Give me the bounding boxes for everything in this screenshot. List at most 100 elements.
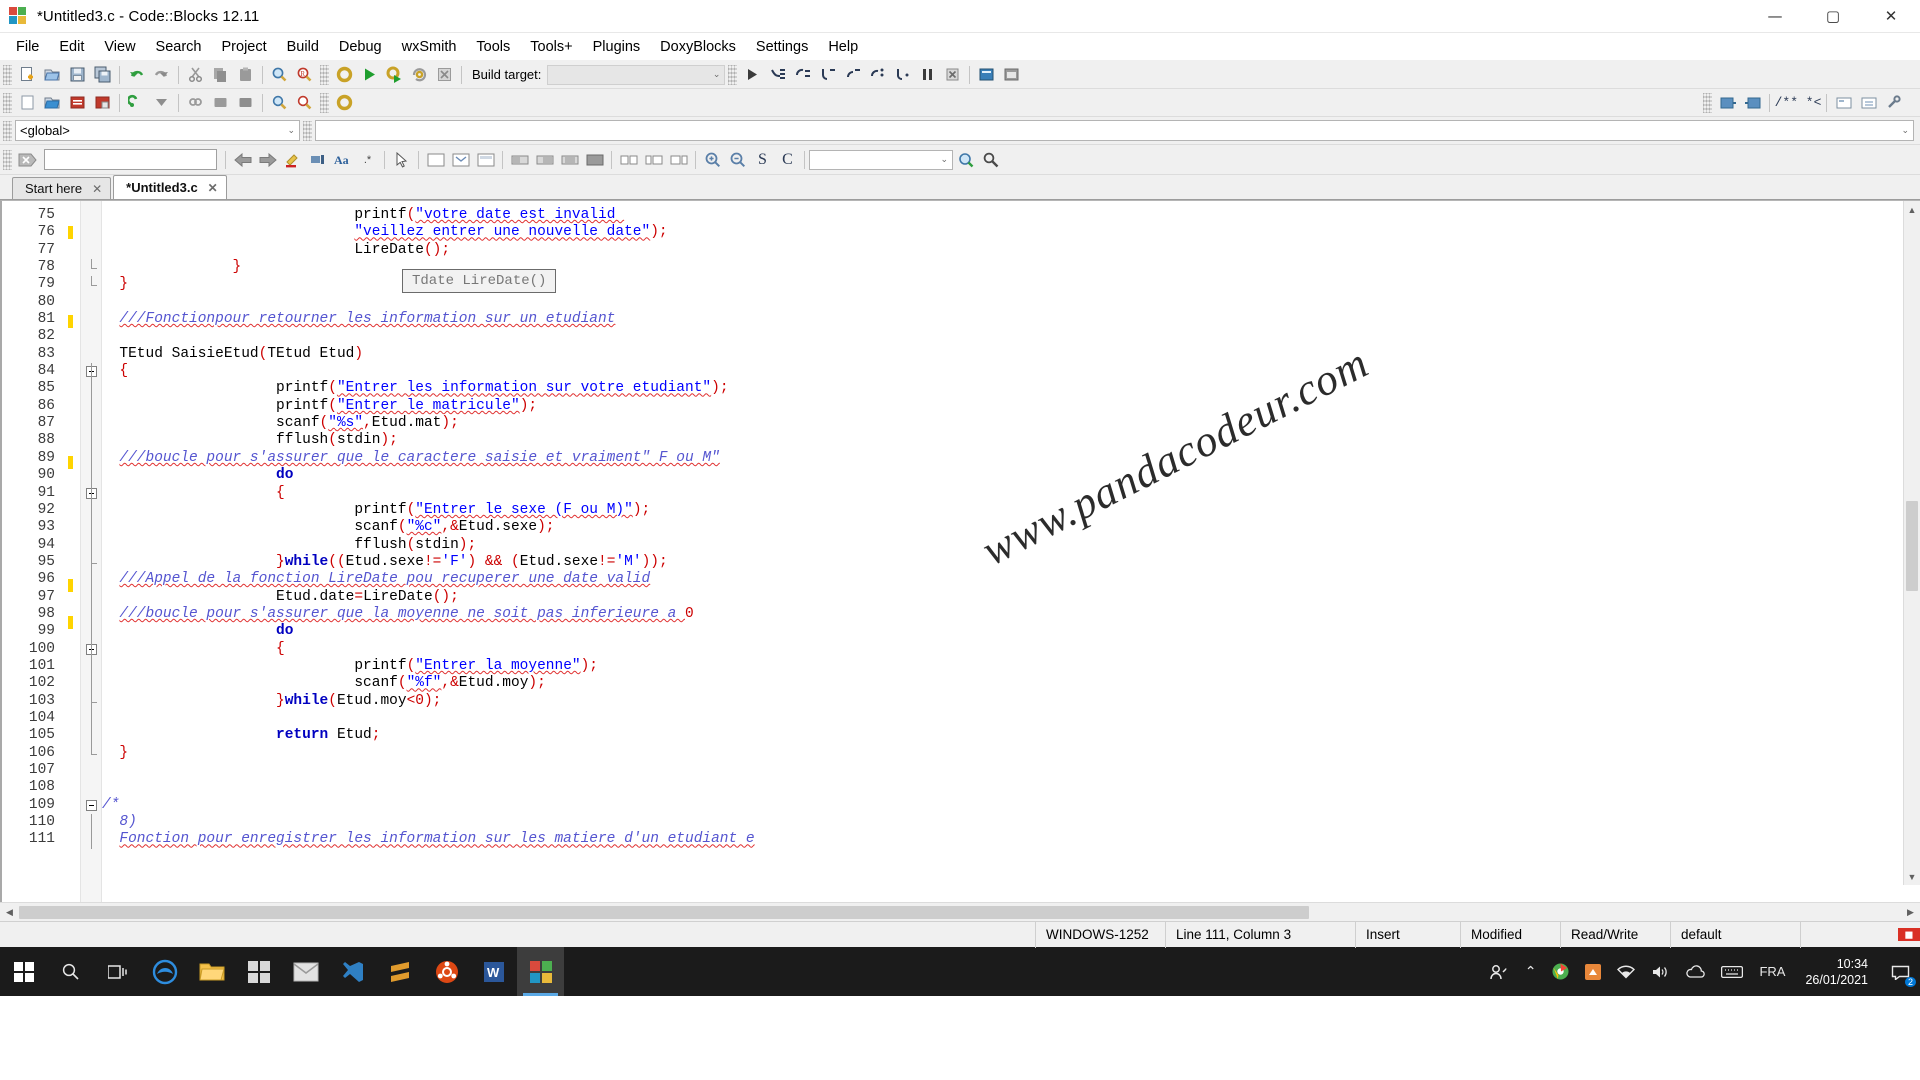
grid-sizer-icon[interactable] — [532, 148, 557, 172]
app-tray-icon[interactable] — [1577, 947, 1609, 996]
code-line[interactable]: ///Fonctionpour retourner les informatio… — [102, 311, 1920, 328]
code-line[interactable]: LireDate(); — [102, 242, 1920, 259]
people-icon[interactable] — [1481, 947, 1517, 996]
code-line[interactable]: 8) — [102, 814, 1920, 831]
keyboard-icon[interactable] — [1713, 947, 1751, 996]
symbol-search-icon[interactable] — [978, 148, 1003, 172]
close-button[interactable]: ✕ — [1862, 0, 1920, 33]
code-line[interactable]: ///boucle pour s'assurer que le caracter… — [102, 450, 1920, 467]
doxyblocks-find-icon[interactable] — [267, 91, 292, 115]
code-line[interactable]: do — [102, 623, 1920, 640]
zoom-in-icon[interactable] — [700, 148, 725, 172]
taskbar-app-file-explorer[interactable] — [188, 947, 235, 996]
highlight-icon[interactable] — [280, 148, 305, 172]
debug-step-into-icon[interactable] — [815, 63, 840, 87]
tray-expand-chevron-icon[interactable]: ⌃ — [1517, 947, 1545, 996]
code-line[interactable]: }while(Etud.moy<0); — [102, 693, 1920, 710]
doxyblocks-run-docs-icon[interactable] — [1740, 91, 1765, 115]
toolbar-grip-wx[interactable] — [3, 150, 12, 170]
code-line[interactable]: Fonction pour enregistrer les informatio… — [102, 831, 1920, 848]
tab-close-icon[interactable]: ✕ — [92, 182, 102, 196]
scroll-down-arrow[interactable]: ▼ — [1904, 868, 1920, 885]
chrome-tray-icon[interactable] — [1544, 947, 1577, 996]
debug-run-to-cursor-icon[interactable] — [765, 63, 790, 87]
doxyblocks-extract-docs-icon[interactable] — [1715, 91, 1740, 115]
taskbar-app-microsoft-word[interactable]: W — [470, 947, 517, 996]
doxyblocks-save-icon[interactable] — [90, 91, 115, 115]
menu-help[interactable]: Help — [818, 35, 868, 59]
code-line[interactable]: printf("Entrer le matricule"); — [102, 398, 1920, 415]
scope-dropdown[interactable]: <global> ⌄ — [15, 120, 300, 141]
vertical-scroll-thumb[interactable] — [1906, 501, 1918, 591]
replace-icon[interactable]: R — [292, 63, 317, 87]
panel-tool-icon[interactable] — [423, 148, 448, 172]
code-line[interactable]: ///Appel de la fonction LireDate pou rec… — [102, 571, 1920, 588]
build-target-combo[interactable]: ⌄ — [547, 65, 725, 85]
code-line[interactable]: "veillez entrer une nouvelle date"); — [102, 224, 1920, 241]
code-line[interactable]: printf("Entrer la moyenne"); — [102, 658, 1920, 675]
doxyblocks-config-icon[interactable] — [1856, 91, 1881, 115]
toolbar-grip[interactable] — [3, 65, 12, 85]
doxyblocks-comment-block-icon[interactable]: /** *< — [1774, 91, 1822, 115]
network-icon[interactable] — [1609, 947, 1643, 996]
doxyblocks-page-icon[interactable] — [208, 91, 233, 115]
minimize-button[interactable]: — — [1746, 0, 1804, 33]
debug-continue-icon[interactable] — [740, 63, 765, 87]
code-line[interactable]: { — [102, 641, 1920, 658]
menu-build[interactable]: Build — [277, 35, 329, 59]
code-line[interactable] — [102, 294, 1920, 311]
goto-declaration-icon[interactable] — [953, 148, 978, 172]
tab-close-icon[interactable]: ✕ — [208, 181, 218, 195]
debug-stop-icon[interactable] — [940, 63, 965, 87]
back-arrow-icon[interactable] — [230, 148, 255, 172]
search-icon[interactable] — [47, 947, 94, 996]
toolbar-grip-symbol[interactable] — [303, 121, 312, 141]
taskbar-app-sublime-text[interactable] — [376, 947, 423, 996]
stretch-spacer-icon[interactable] — [641, 148, 666, 172]
toolbar-grip-3[interactable] — [320, 93, 329, 113]
code-line[interactable]: fflush(stdin); — [102, 432, 1920, 449]
code-text-area[interactable]: Tdate LireDate() www.pandacodeur.com pri… — [102, 201, 1920, 902]
editor-vertical-scrollbar[interactable]: ▲ ▼ — [1903, 201, 1920, 885]
code-line[interactable]: { — [102, 485, 1920, 502]
menu-settings[interactable]: Settings — [746, 35, 818, 59]
clear-tool-icon[interactable]: C — [775, 148, 800, 172]
code-line[interactable]: scanf("%f",&Etud.moy); — [102, 675, 1920, 692]
menu-tools-[interactable]: Tools+ — [520, 35, 582, 59]
run-icon[interactable] — [357, 63, 382, 87]
select-tool-icon[interactable]: S — [750, 148, 775, 172]
menu-doxyblocks[interactable]: DoxyBlocks — [650, 35, 746, 59]
find-icon[interactable] — [267, 63, 292, 87]
build-and-run-icon[interactable] — [382, 63, 407, 87]
paste-icon[interactable] — [233, 63, 258, 87]
code-line[interactable]: return Etud; — [102, 727, 1920, 744]
menu-edit[interactable]: Edit — [49, 35, 94, 59]
doxyblocks-comment-icon[interactable] — [124, 91, 149, 115]
debug-step-out-icon[interactable] — [840, 63, 865, 87]
taskbar-app-edge[interactable] — [141, 947, 188, 996]
regex-icon[interactable]: .* — [355, 148, 380, 172]
doxyblocks-settings-icon[interactable] — [1881, 91, 1906, 115]
doxyblocks-block-comment-icon[interactable] — [149, 91, 174, 115]
dialog-tool-icon[interactable] — [448, 148, 473, 172]
save-all-icon[interactable] — [90, 63, 115, 87]
symbol-select-combo[interactable]: ⌄ — [809, 150, 953, 170]
spacer2-icon[interactable] — [666, 148, 691, 172]
code-line[interactable] — [102, 779, 1920, 796]
editor-tab[interactable]: *Untitled3.c✕ — [113, 175, 227, 199]
taskbar-app-visual-studio-code[interactable] — [329, 947, 376, 996]
search-input[interactable] — [44, 149, 217, 170]
toolbar-grip-doxy[interactable] — [1703, 93, 1712, 113]
taskbar-clock[interactable]: 10:34 26/01/2021 — [1793, 947, 1880, 996]
editor-tab[interactable]: Start here✕ — [12, 177, 111, 199]
build-icon[interactable] — [332, 63, 357, 87]
fold-toggle[interactable] — [86, 800, 97, 811]
code-line[interactable]: } — [102, 276, 1920, 293]
code-line[interactable]: TEtud SaisieEtud(TEtud Etud) — [102, 346, 1920, 363]
new-file-icon[interactable] — [15, 63, 40, 87]
spacer-icon[interactable] — [616, 148, 641, 172]
taskbar-app-ubuntu[interactable] — [423, 947, 470, 996]
code-line[interactable]: printf("votre date est invalid — [102, 207, 1920, 224]
windows-start-icon[interactable] — [0, 947, 47, 996]
code-line[interactable]: /* — [102, 797, 1920, 814]
